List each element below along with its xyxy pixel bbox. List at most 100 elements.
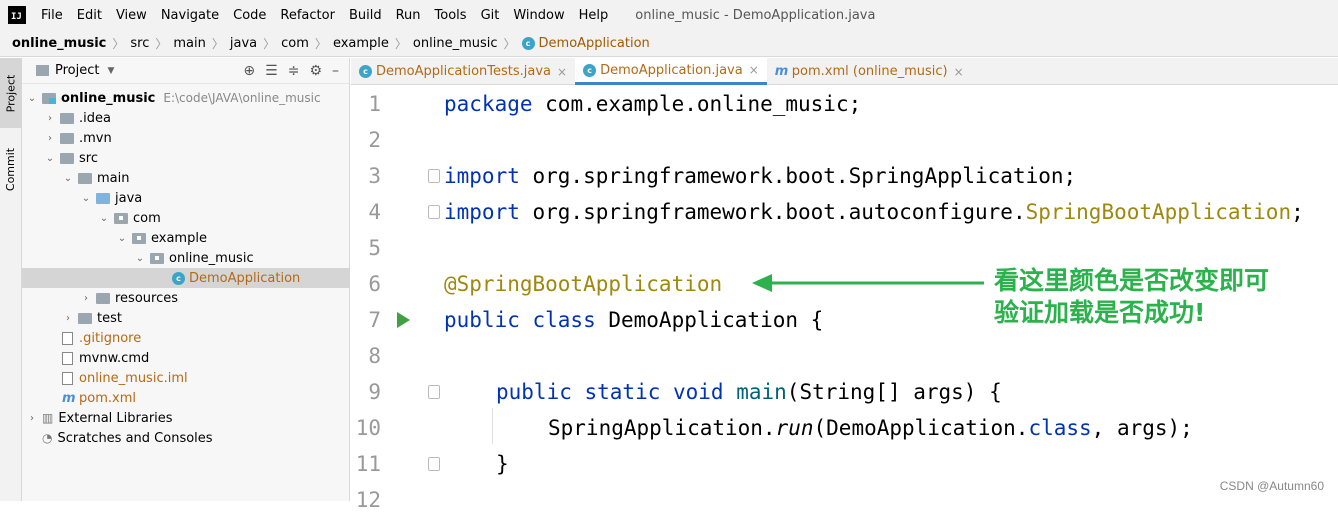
tree-item-resources[interactable]: › resources: [22, 288, 350, 308]
chevron-down-icon[interactable]: ▼: [107, 66, 114, 76]
menu-refactor[interactable]: Refactor: [273, 8, 342, 23]
line-number: 2: [351, 128, 381, 152]
project-panel: Project ▼ ⊕ ☰ ≑ ⚙ – ⌄ online_music E:\co…: [22, 58, 350, 501]
breadcrumb-item[interactable]: main: [173, 36, 205, 51]
line-number: 11: [351, 452, 381, 476]
editor-tab-bar: c DemoApplicationTests.java × c DemoAppl…: [351, 58, 1338, 85]
breadcrumb-item[interactable]: com: [281, 36, 309, 51]
menu-view[interactable]: View: [109, 8, 154, 23]
annotation-callout: 看这里颜色是否改变即可 验证加载是否成功!: [994, 265, 1314, 329]
line-number: 3: [351, 164, 381, 188]
menu-run[interactable]: Run: [389, 8, 428, 23]
breadcrumb-item[interactable]: src: [130, 36, 149, 51]
tree-item-iml[interactable]: online_music.iml: [22, 368, 350, 388]
code-token: ;: [1291, 200, 1304, 224]
run-icon[interactable]: [397, 312, 410, 328]
gitignore-file-icon: [62, 332, 73, 345]
hide-icon[interactable]: –: [332, 63, 339, 79]
chevron-down-icon[interactable]: ⌄: [134, 253, 146, 264]
package-icon: [114, 213, 128, 224]
tree-item-external-libraries[interactable]: › ▥ External Libraries: [22, 408, 350, 428]
code-token: (String[] args) {: [787, 380, 1002, 404]
tab-demo-application-tests[interactable]: c DemoApplicationTests.java ×: [351, 58, 575, 85]
tree-item-src[interactable]: ⌄ src: [22, 148, 350, 168]
breadcrumb-item[interactable]: DemoApplication: [539, 36, 650, 51]
chevron-down-icon[interactable]: ⌄: [80, 193, 92, 204]
java-class-icon: c: [522, 37, 535, 50]
tree-item-scratches[interactable]: ◔ Scratches and Consoles: [22, 428, 350, 448]
tree-item-online-music[interactable]: ⌄ online_music E:\code\JAVA\online_music: [22, 88, 350, 108]
chevron-down-icon[interactable]: ⌄: [62, 173, 74, 184]
code-text: import org.springframework.boot.SpringAp…: [444, 164, 1076, 188]
keyword: import: [444, 164, 520, 188]
tree-item-test[interactable]: › test: [22, 308, 350, 328]
tree-item-pom[interactable]: m pom.xml: [22, 388, 350, 408]
chevron-right-icon[interactable]: ›: [80, 293, 92, 304]
chevron-down-icon[interactable]: ⌄: [116, 233, 128, 244]
locate-icon[interactable]: ⊕: [243, 63, 255, 79]
tree-item-com[interactable]: ⌄ com: [22, 208, 350, 228]
menu-bar: IJ File Edit View Navigate Code Refactor…: [0, 0, 1338, 30]
tree-item-mvn[interactable]: › .mvn: [22, 128, 350, 148]
tool-tab-commit[interactable]: Commit: [0, 134, 22, 204]
tool-tab-project[interactable]: Project: [0, 58, 22, 128]
expand-all-icon[interactable]: ☰: [265, 63, 278, 79]
tree-item-idea[interactable]: › .idea: [22, 108, 350, 128]
tree-item-label: com: [133, 211, 161, 226]
menu-tools[interactable]: Tools: [428, 8, 474, 23]
project-panel-title[interactable]: Project: [55, 63, 99, 78]
chevron-right-icon[interactable]: ›: [62, 313, 74, 324]
chevron-right-icon[interactable]: ›: [44, 133, 56, 144]
menu-file[interactable]: File: [34, 8, 70, 23]
fold-icon[interactable]: [428, 385, 440, 399]
tree-item-online-music-pkg[interactable]: ⌄ online_music: [22, 248, 350, 268]
close-icon[interactable]: ×: [557, 65, 567, 79]
tree-item-example[interactable]: ⌄ example: [22, 228, 350, 248]
code-line: 1 package com.example.online_music;: [351, 86, 1338, 122]
tree-item-gitignore[interactable]: .gitignore: [22, 328, 350, 348]
fold-icon[interactable]: [428, 169, 440, 183]
menu-build[interactable]: Build: [342, 8, 389, 23]
chevron-right-icon: 〉: [504, 35, 516, 52]
breadcrumb-item[interactable]: online_music: [413, 36, 498, 51]
folder-icon: [78, 173, 92, 184]
code-text: public class DemoApplication {: [444, 308, 823, 332]
tab-pom-xml[interactable]: m pom.xml (online_music) ×: [767, 58, 972, 85]
chevron-down-icon[interactable]: ⌄: [98, 213, 110, 224]
fold-icon[interactable]: [428, 457, 440, 471]
chevron-right-icon: 〉: [315, 35, 327, 52]
line-number: 4: [351, 200, 381, 224]
chevron-right-icon[interactable]: ›: [26, 413, 38, 424]
menu-help[interactable]: Help: [572, 8, 616, 23]
chevron-down-icon[interactable]: ⌄: [26, 93, 38, 104]
chevron-right-icon[interactable]: ›: [44, 113, 56, 124]
menu-edit[interactable]: Edit: [70, 8, 109, 23]
breadcrumb-item[interactable]: example: [333, 36, 389, 51]
folder-icon: [60, 153, 74, 164]
folder-icon: [60, 133, 74, 144]
fold-icon[interactable]: [428, 205, 440, 219]
tool-tab-label: Project: [5, 74, 18, 112]
tree-item-mvnw-cmd[interactable]: mvnw.cmd: [22, 348, 350, 368]
tool-window-strip: Project Commit: [0, 58, 22, 501]
chevron-down-icon[interactable]: ⌄: [44, 153, 56, 164]
line-number: 6: [351, 272, 381, 296]
tab-demo-application[interactable]: c DemoApplication.java ×: [575, 58, 767, 85]
menu-window[interactable]: Window: [506, 8, 571, 23]
collapse-all-icon[interactable]: ≑: [288, 63, 300, 79]
menu-code[interactable]: Code: [226, 8, 273, 23]
tree-item-label: DemoApplication: [189, 271, 300, 286]
menu-git[interactable]: Git: [474, 8, 507, 23]
gear-icon[interactable]: ⚙: [309, 63, 322, 79]
tree-item-main[interactable]: ⌄ main: [22, 168, 350, 188]
close-icon[interactable]: ×: [954, 65, 964, 79]
code-text: SpringApplication.run(DemoApplication.cl…: [548, 416, 1193, 440]
code-token: org.springframework.boot.autoconfigure.: [520, 200, 1026, 224]
breadcrumb-item[interactable]: online_music: [12, 36, 106, 51]
close-icon[interactable]: ×: [749, 63, 759, 77]
breadcrumb-item[interactable]: java: [230, 36, 257, 51]
tree-item-label: online_music: [61, 91, 155, 106]
tree-item-java[interactable]: ⌄ java: [22, 188, 350, 208]
menu-navigate[interactable]: Navigate: [154, 8, 226, 23]
tree-item-demo-application[interactable]: c DemoApplication: [22, 268, 350, 288]
